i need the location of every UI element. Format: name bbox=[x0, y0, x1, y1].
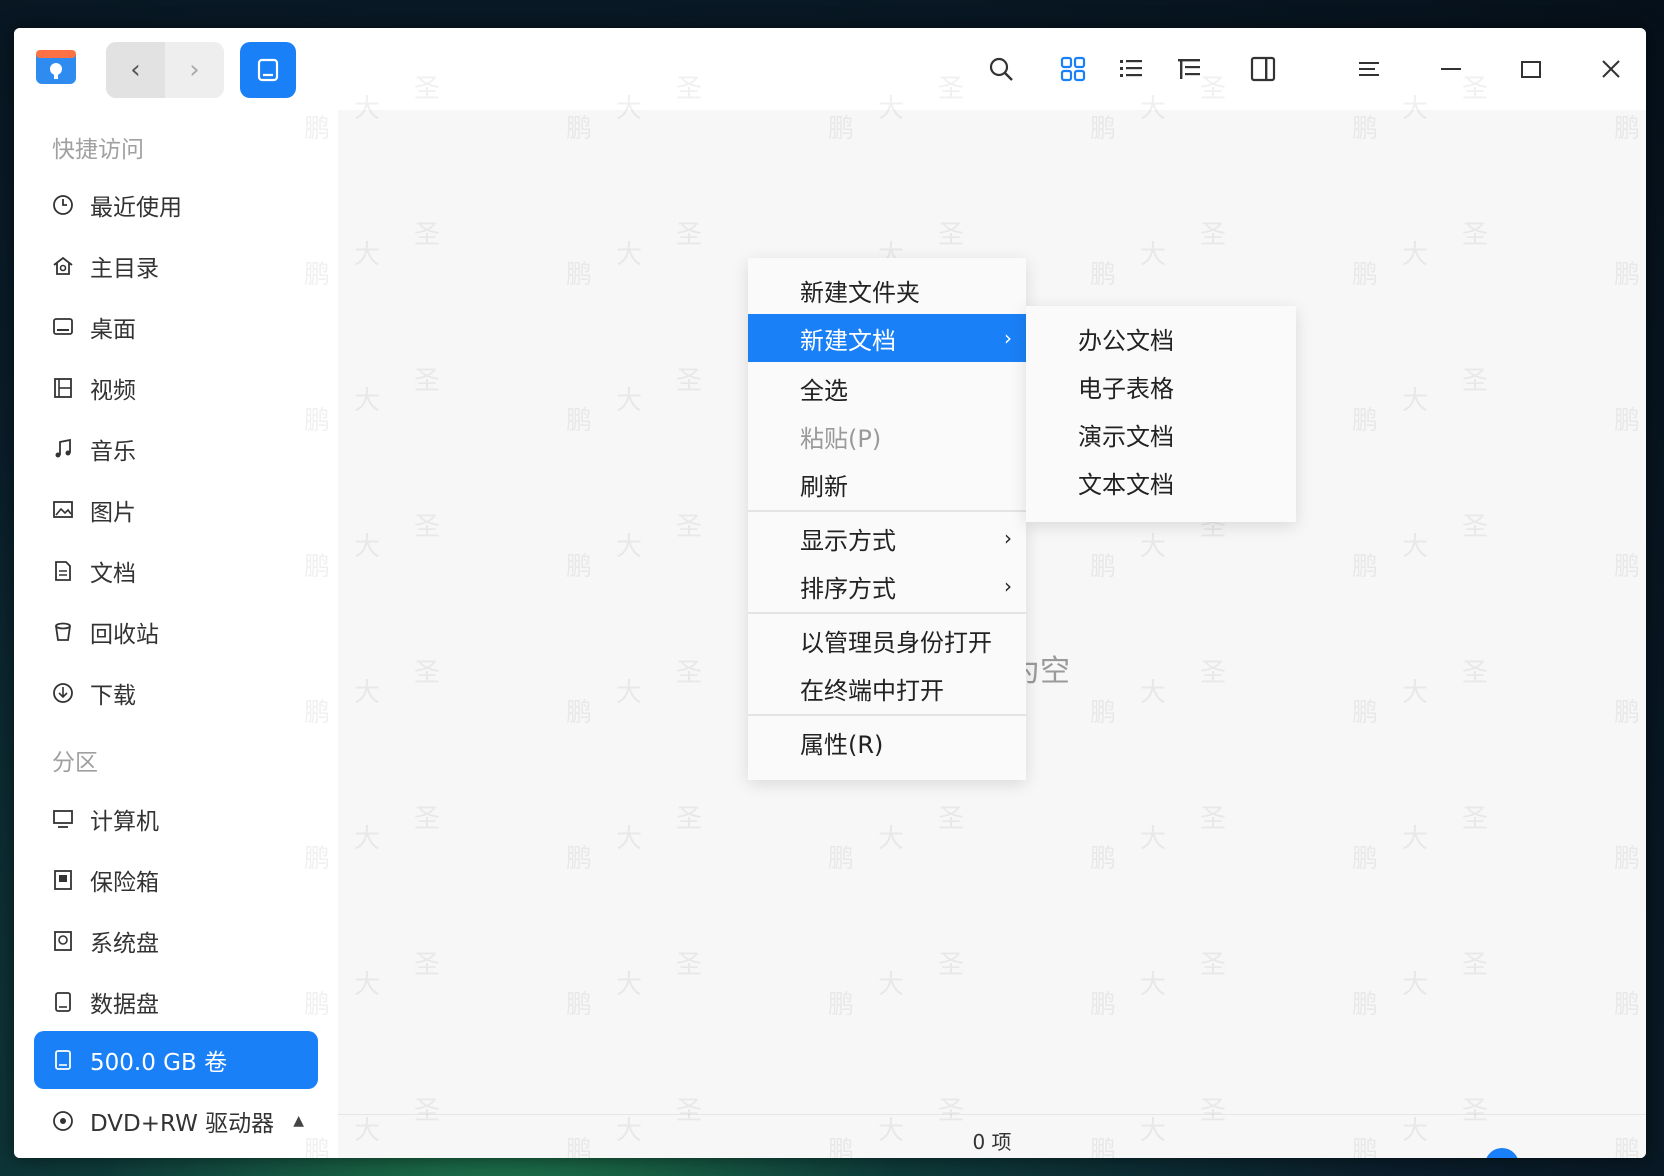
sidebar-item-music[interactable]: 音乐 bbox=[34, 420, 318, 478]
item-count: 0 项 bbox=[972, 1130, 1012, 1154]
eject-icon[interactable]: ▲ bbox=[293, 1113, 304, 1129]
menu-separator bbox=[748, 510, 1026, 512]
list-view-icon[interactable] bbox=[1114, 52, 1148, 86]
sidebar-item-desktop[interactable]: 桌面 bbox=[34, 298, 318, 356]
sidebar-item-vault[interactable]: 保险箱 bbox=[34, 851, 318, 909]
new-document-submenu: 办公文档 电子表格 演示文档 文本文档 bbox=[1026, 306, 1296, 522]
music-icon bbox=[50, 436, 76, 462]
sidebar-item-computer[interactable]: 计算机 bbox=[34, 790, 318, 848]
sidebar-item-pictures[interactable]: 图片 bbox=[34, 481, 318, 539]
app-logo-icon bbox=[32, 42, 80, 90]
maximize-icon[interactable] bbox=[1514, 52, 1548, 86]
vault-icon bbox=[50, 867, 76, 893]
chevron-right-icon: › bbox=[1004, 326, 1012, 350]
sidebar-item-documents[interactable]: 文档 bbox=[34, 542, 318, 600]
file-manager-window: ‹ › 快捷访问 最近使用 主目录 桌面 视频 音乐 图片 文档 回收站 下载 … bbox=[14, 28, 1646, 1158]
quick-access-heading: 快捷访问 bbox=[52, 137, 144, 163]
back-button[interactable]: ‹ bbox=[106, 42, 165, 98]
menu-separator bbox=[748, 612, 1026, 614]
sidebar-item-label: 计算机 bbox=[90, 809, 159, 835]
sidebar-item-label: 主目录 bbox=[90, 256, 159, 282]
sidebar-item-label: 图片 bbox=[90, 500, 136, 526]
sidebar-item-label: 文档 bbox=[90, 561, 136, 587]
sidebar-item-label: 桌面 bbox=[90, 317, 136, 343]
video-icon bbox=[50, 375, 76, 401]
context-menu: 新建文件夹 新建文档 › 全选 粘贴(P) 刷新 显示方式 › 排序方式 › 以管理员… bbox=[748, 258, 1026, 780]
menu-item-refresh[interactable]: 刷新 bbox=[748, 460, 1026, 508]
menu-item-new-document[interactable]: 新建文档 › bbox=[748, 314, 1026, 362]
volume-icon bbox=[257, 58, 279, 82]
menu-item-properties[interactable]: 属性(R) bbox=[748, 718, 1026, 766]
volume-icon bbox=[50, 1047, 76, 1073]
close-icon[interactable] bbox=[1594, 52, 1628, 86]
icon-view-icon[interactable] bbox=[1056, 52, 1090, 86]
sidebar-item-label: 数据盘 bbox=[90, 992, 159, 1018]
tree-view-icon[interactable] bbox=[1172, 52, 1206, 86]
chevron-right-icon: › bbox=[1004, 526, 1012, 550]
sidebar: 快捷访问 最近使用 主目录 桌面 视频 音乐 图片 文档 回收站 下载 分区 计… bbox=[14, 110, 338, 1158]
chevron-right-icon: › bbox=[1004, 574, 1012, 598]
sidebar-item-dvd-drive[interactable]: DVD+RW 驱动器 ▲ bbox=[34, 1092, 318, 1150]
desktop-icon bbox=[50, 314, 76, 340]
clock-icon bbox=[50, 192, 76, 218]
minimize-icon[interactable] bbox=[1434, 52, 1468, 86]
picture-icon bbox=[50, 497, 76, 523]
navigation-buttons: ‹ › bbox=[106, 42, 224, 98]
sidebar-item-label: 500.0 GB 卷 bbox=[90, 1050, 228, 1076]
sidebar-item-label: 回收站 bbox=[90, 622, 159, 648]
menu-separator bbox=[748, 714, 1026, 716]
computer-icon bbox=[50, 806, 76, 832]
sidebar-item-downloads[interactable]: 下载 bbox=[34, 664, 318, 722]
sidebar-item-home[interactable]: 主目录 bbox=[34, 237, 318, 295]
sidebar-item-label: 最近使用 bbox=[90, 195, 182, 221]
sidebar-item-label: 保险箱 bbox=[90, 870, 159, 896]
sidebar-item-label: 音乐 bbox=[90, 439, 136, 465]
detail-panel-icon[interactable] bbox=[1246, 52, 1280, 86]
sidebar-item-label: 系统盘 bbox=[90, 931, 159, 957]
home-icon bbox=[50, 253, 76, 279]
menu-icon[interactable] bbox=[1352, 52, 1386, 86]
sidebar-item-trash[interactable]: 回收站 bbox=[34, 603, 318, 661]
sidebar-item-data-disk[interactable]: 数据盘 bbox=[34, 973, 318, 1031]
download-icon bbox=[50, 680, 76, 706]
submenu-item-office-document[interactable]: 办公文档 bbox=[1026, 314, 1296, 362]
sidebar-item-volume-500gb[interactable]: 500.0 GB 卷 bbox=[34, 1031, 318, 1089]
partition-heading: 分区 bbox=[52, 750, 98, 776]
sidebar-item-system-disk[interactable]: 系统盘 bbox=[34, 912, 318, 970]
titlebar: ‹ › bbox=[14, 28, 1646, 110]
sidebar-item-label: 下载 bbox=[90, 683, 136, 709]
data-disk-icon bbox=[50, 989, 76, 1015]
dvd-icon bbox=[50, 1108, 76, 1134]
menu-item-sort-by[interactable]: 排序方式 › bbox=[748, 562, 1026, 610]
menu-item-select-all[interactable]: 全选 bbox=[748, 364, 1026, 412]
sidebar-item-label: 视频 bbox=[90, 378, 136, 404]
menu-item-open-in-terminal[interactable]: 在终端中打开 bbox=[748, 664, 1026, 712]
menu-item-new-folder[interactable]: 新建文件夹 bbox=[748, 266, 1026, 314]
submenu-item-presentation[interactable]: 演示文档 bbox=[1026, 410, 1296, 458]
submenu-item-spreadsheet[interactable]: 电子表格 bbox=[1026, 362, 1296, 410]
search-icon[interactable] bbox=[984, 52, 1018, 86]
trash-icon bbox=[50, 619, 76, 645]
menu-item-open-as-admin[interactable]: 以管理员身份打开 bbox=[748, 616, 1026, 664]
breadcrumb-volume-button[interactable] bbox=[240, 42, 296, 98]
document-icon bbox=[50, 558, 76, 584]
sidebar-item-videos[interactable]: 视频 bbox=[34, 359, 318, 417]
menu-item-paste: 粘贴(P) bbox=[800, 424, 882, 453]
submenu-item-text-document[interactable]: 文本文档 bbox=[1026, 458, 1296, 506]
forward-button[interactable]: › bbox=[165, 42, 224, 98]
system-disk-icon bbox=[50, 928, 76, 954]
menu-item-display-mode[interactable]: 显示方式 › bbox=[748, 514, 1026, 562]
sidebar-item-label: DVD+RW 驱动器 bbox=[90, 1111, 275, 1137]
sidebar-item-recent[interactable]: 最近使用 bbox=[34, 176, 318, 234]
